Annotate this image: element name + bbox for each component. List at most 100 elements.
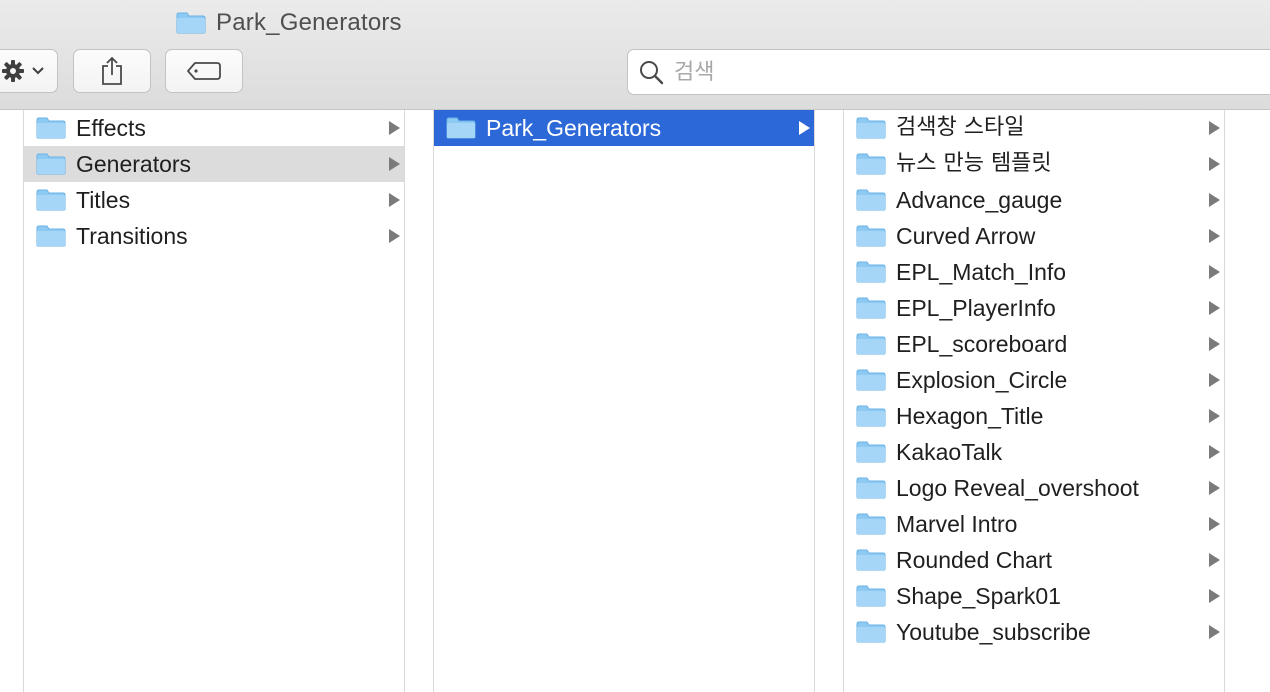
column-browser: Effects Generators Titles Transitions Pa…	[0, 110, 1270, 692]
chevron-right-icon	[1209, 481, 1220, 495]
window-title-text: Park_Generators	[216, 9, 402, 36]
column-divider[interactable]	[1224, 110, 1270, 692]
share-button[interactable]	[73, 49, 151, 93]
list-item-label: Effects	[76, 115, 146, 141]
folder-icon	[856, 297, 886, 319]
folder-icon	[36, 117, 66, 139]
chevron-right-icon	[1209, 445, 1220, 459]
folder-icon	[856, 261, 886, 283]
list-item-label: Curved Arrow	[896, 223, 1036, 249]
chevron-right-icon	[1209, 193, 1220, 207]
column-divider[interactable]	[0, 110, 24, 692]
column-divider[interactable]	[404, 110, 434, 692]
folder-icon	[856, 333, 886, 355]
list-item-generators[interactable]: Generators	[24, 146, 404, 182]
list-item-label: KakaoTalk	[896, 439, 1003, 465]
list-item-effects[interactable]: Effects	[24, 110, 404, 146]
column-divider[interactable]	[814, 110, 844, 692]
list-item-label: EPL_scoreboard	[896, 331, 1068, 357]
chevron-right-icon	[389, 121, 400, 135]
list-item[interactable]: Curved Arrow	[844, 218, 1224, 254]
folder-icon	[856, 405, 886, 427]
list-item-titles[interactable]: Titles	[24, 182, 404, 218]
folder-icon	[446, 117, 476, 139]
search-field[interactable]	[627, 49, 1270, 95]
chevron-right-icon	[1209, 553, 1220, 567]
folder-icon	[856, 117, 886, 139]
chevron-down-icon	[31, 66, 45, 76]
column-2: Park_Generators	[434, 110, 814, 692]
list-item-label: Hexagon_Title	[896, 403, 1044, 429]
finder-window: Park_Generators 검색 Effects Generators Ti…	[0, 0, 1270, 692]
action-menu-button[interactable]	[0, 49, 58, 93]
list-item-label: EPL_PlayerInfo	[896, 295, 1056, 321]
chevron-right-icon	[1209, 517, 1220, 531]
tag-button[interactable]	[165, 49, 243, 93]
list-item[interactable]: EPL_Match_Info	[844, 254, 1224, 290]
folder-icon	[856, 621, 886, 643]
folder-icon	[856, 513, 886, 535]
chevron-right-icon	[1209, 121, 1220, 135]
list-item[interactable]: Marvel Intro	[844, 506, 1224, 542]
list-item-label: Marvel Intro	[896, 511, 1018, 537]
folder-icon	[856, 441, 886, 463]
list-item[interactable]: EPL_PlayerInfo	[844, 290, 1224, 326]
list-item[interactable]: Logo Reveal_overshoot	[844, 470, 1224, 506]
folder-icon	[856, 549, 886, 571]
list-item-label: 검색창 스타일	[896, 115, 1025, 140]
list-item-label: Park_Generators	[486, 115, 662, 141]
toolbar: Park_Generators	[0, 0, 1270, 110]
list-item-transitions[interactable]: Transitions	[24, 218, 404, 254]
list-item-park-generators[interactable]: Park_Generators	[434, 110, 814, 146]
list-item[interactable]: Explosion_Circle	[844, 362, 1224, 398]
search-input[interactable]	[672, 58, 1236, 86]
chevron-right-icon	[389, 193, 400, 207]
list-item[interactable]: 뉴스 만능 템플릿	[844, 146, 1224, 182]
list-item-label: Logo Reveal_overshoot	[896, 475, 1139, 501]
window-title: Park_Generators	[176, 8, 402, 38]
chevron-right-icon	[1209, 409, 1220, 423]
column-1: Effects Generators Titles Transitions	[24, 110, 404, 692]
share-icon	[100, 56, 124, 86]
folder-icon	[36, 225, 66, 247]
list-item[interactable]: Shape_Spark01	[844, 578, 1224, 614]
search-icon	[638, 59, 664, 85]
chevron-right-icon	[1209, 265, 1220, 279]
chevron-right-icon	[1209, 157, 1220, 171]
list-item[interactable]: Advance_gauge	[844, 182, 1224, 218]
tag-icon	[186, 61, 222, 81]
folder-icon	[856, 585, 886, 607]
folder-icon	[856, 225, 886, 247]
list-item-label: 뉴스 만능 템플릿	[896, 151, 1052, 176]
list-item[interactable]: 검색창 스타일	[844, 110, 1224, 146]
folder-icon	[36, 153, 66, 175]
list-item-label: Generators	[76, 151, 192, 177]
folder-icon	[856, 477, 886, 499]
list-item-label: Transitions	[76, 223, 188, 249]
chevron-right-icon	[1209, 301, 1220, 315]
folder-icon	[856, 153, 886, 175]
folder-icon	[856, 369, 886, 391]
list-item[interactable]: Youtube_subscribe	[844, 614, 1224, 650]
list-item-label: Youtube_subscribe	[896, 619, 1091, 645]
folder-icon	[856, 189, 886, 211]
list-item[interactable]: EPL_scoreboard	[844, 326, 1224, 362]
list-item-label: Shape_Spark01	[896, 583, 1061, 609]
list-item-label: Rounded Chart	[896, 547, 1052, 573]
chevron-right-icon	[1209, 373, 1220, 387]
list-item[interactable]: Hexagon_Title	[844, 398, 1224, 434]
folder-icon	[176, 12, 206, 34]
list-item-label: Advance_gauge	[896, 187, 1063, 213]
chevron-right-icon	[1209, 625, 1220, 639]
chevron-right-icon	[389, 229, 400, 243]
gear-icon	[1, 59, 25, 83]
chevron-right-icon	[389, 157, 400, 171]
list-item-label: Titles	[76, 187, 131, 213]
chevron-right-icon	[799, 121, 810, 135]
list-item-label: EPL_Match_Info	[896, 259, 1067, 285]
chevron-right-icon	[1209, 589, 1220, 603]
chevron-right-icon	[1209, 337, 1220, 351]
folder-icon	[36, 189, 66, 211]
list-item[interactable]: Rounded Chart	[844, 542, 1224, 578]
list-item[interactable]: KakaoTalk	[844, 434, 1224, 470]
